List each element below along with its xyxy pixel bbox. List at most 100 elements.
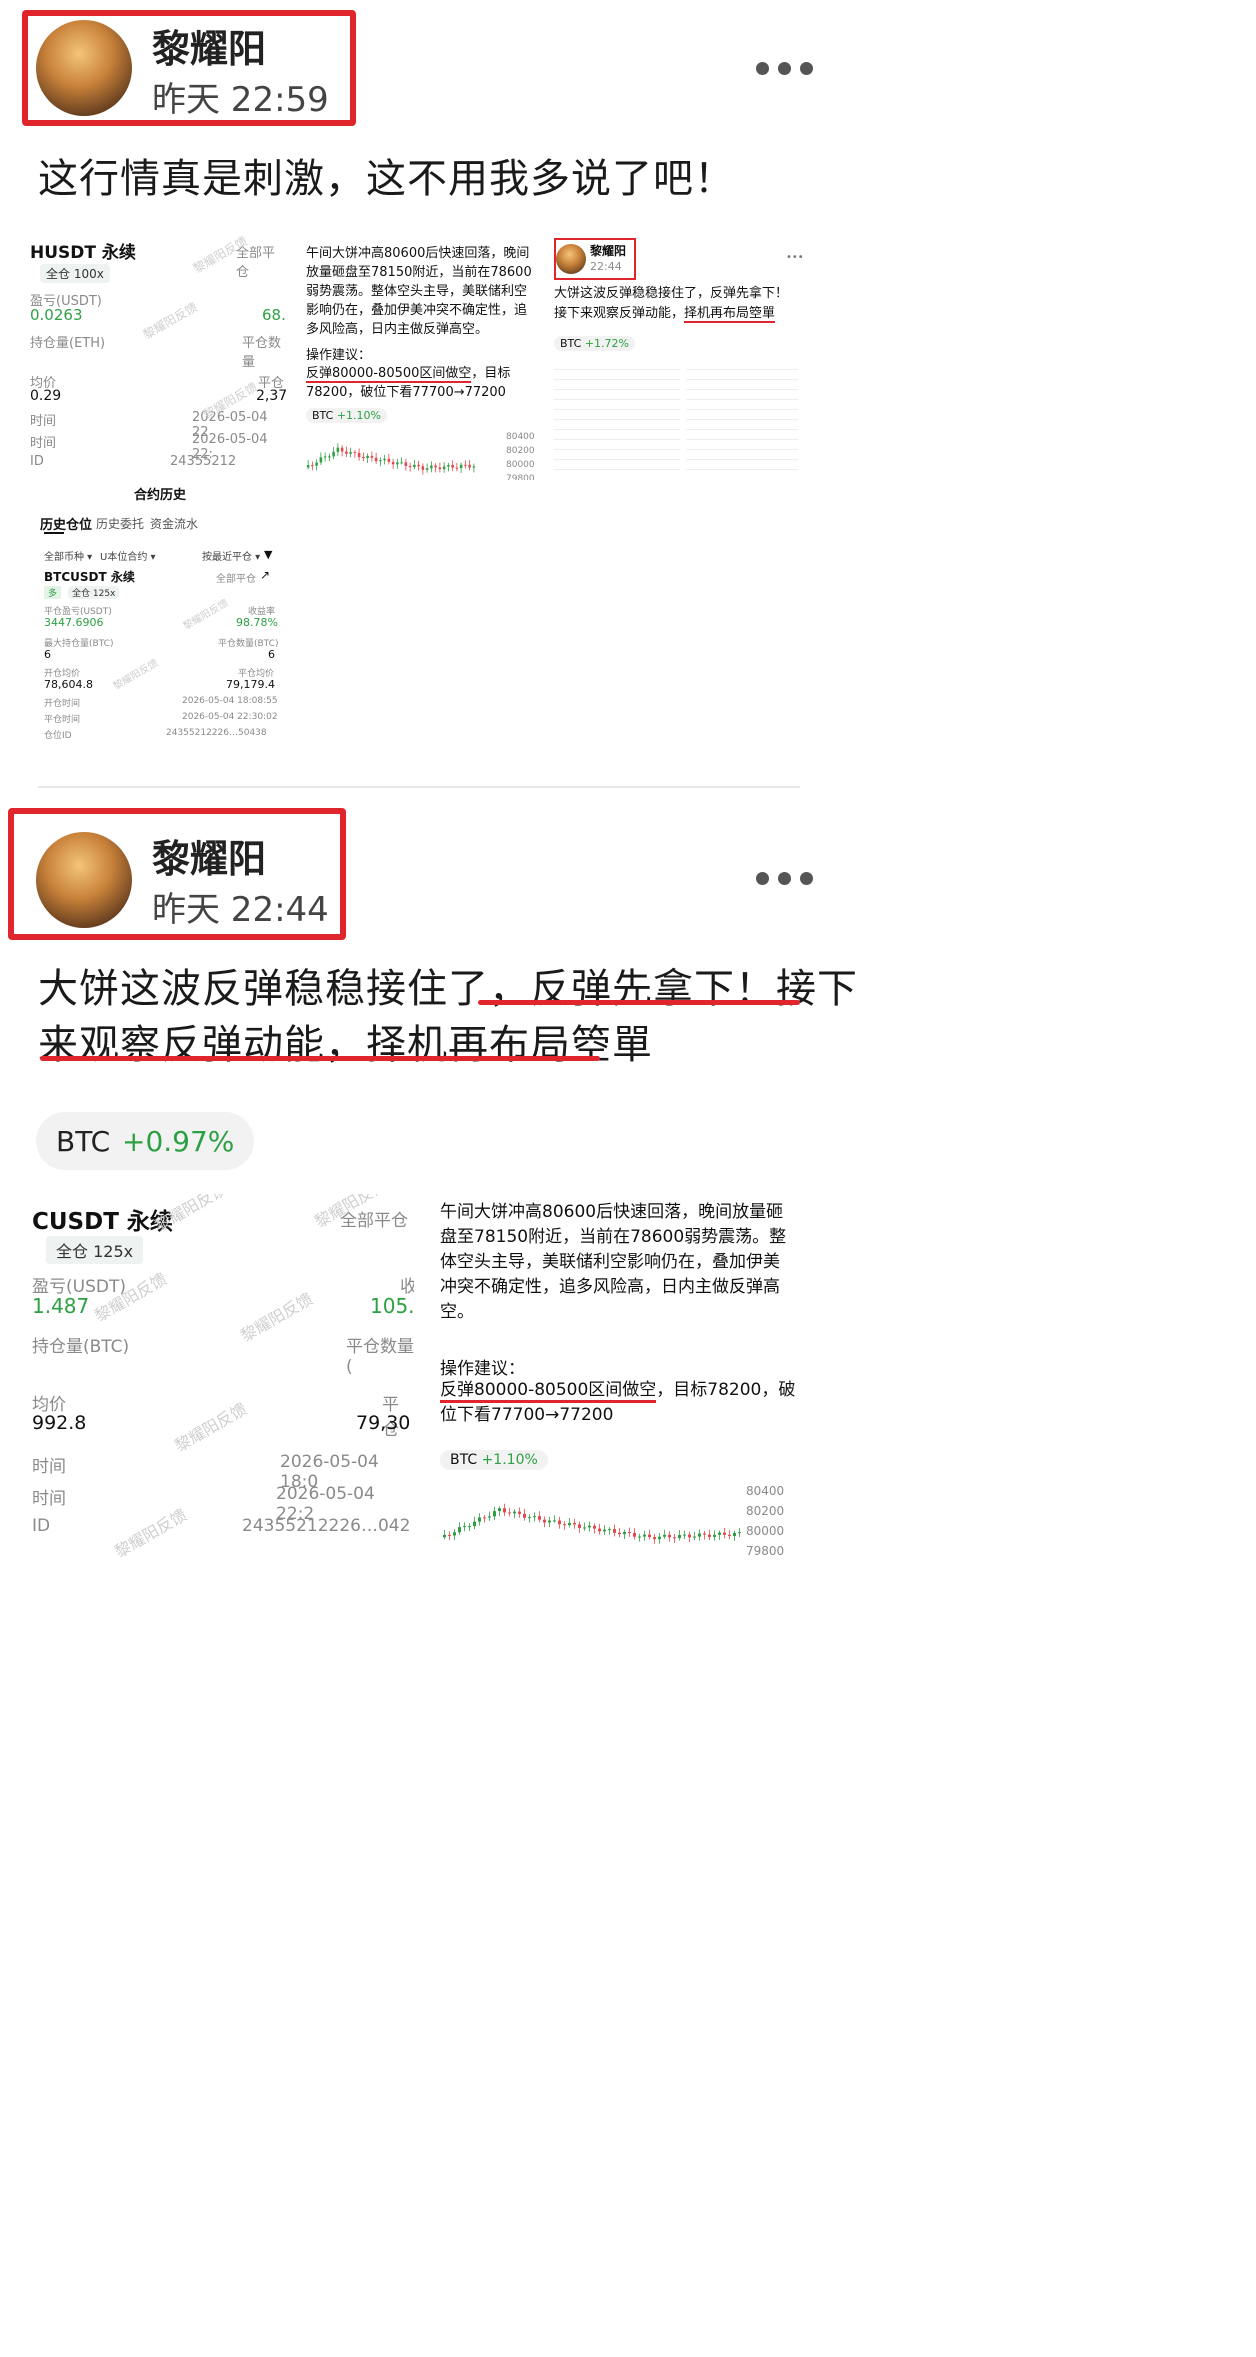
- candle-body: [708, 1534, 711, 1537]
- yield-value: 105.0: [370, 1294, 414, 1318]
- more-options-icon[interactable]: [756, 872, 813, 885]
- image-2[interactable]: 午间大饼冲高80600后快速回落，晚间放量砸盘至78150附近，当前在78600…: [436, 1194, 806, 1557]
- author-name[interactable]: 黎耀阳: [152, 18, 266, 73]
- candle-body: [738, 1532, 741, 1534]
- watermark: 黎耀阳反馈: [181, 597, 231, 633]
- nested-text-hl: 择机再布局箜單: [684, 306, 776, 323]
- filter-all-coins[interactable]: 全部币种 ▾: [44, 548, 92, 563]
- candle-body: [623, 1531, 626, 1535]
- candle-body: [448, 1534, 451, 1536]
- candle-body: [478, 1517, 481, 1522]
- close-time-label: 时间: [30, 436, 57, 451]
- pnl-value: 3447.6906: [44, 616, 104, 629]
- avg-value: 992.8: [32, 1412, 87, 1434]
- avatar[interactable]: [36, 832, 132, 928]
- post-divider: [38, 786, 800, 788]
- candle-body: [483, 1517, 486, 1519]
- candle-body: [319, 457, 323, 463]
- ticker-tag[interactable]: BTC +1.10%: [306, 408, 387, 423]
- candle-body: [400, 462, 403, 464]
- candle-body: [523, 1513, 526, 1518]
- advice-label: 操作建议：: [306, 348, 372, 363]
- symbol-title: HUSDT 永续: [30, 243, 136, 263]
- ticker-tag[interactable]: BTC +1.10%: [440, 1450, 548, 1470]
- position-id-prefix: 24355212226: [242, 1516, 361, 1536]
- candle-body: [703, 1533, 706, 1535]
- filter-contract-type[interactable]: U本位合约 ▾: [100, 548, 156, 563]
- image-1[interactable]: CUSDT 永续 全部平仓 全仓 125x 盈亏(USDT) 1.487 收 1…: [30, 1194, 414, 1557]
- candle-body: [370, 455, 374, 458]
- open-time-label: 开仓时间: [44, 699, 81, 709]
- candle-body: [533, 1516, 536, 1518]
- avatar[interactable]: [36, 20, 132, 116]
- post-time: 昨天 22:44: [152, 890, 329, 930]
- tab-history-position[interactable]: 历史仓位: [40, 514, 92, 533]
- post-text-part-a: 大饼这波反弹稳稳接住了，: [38, 966, 530, 1012]
- advice-highlight: 反弹80000-80500区间做空: [440, 1380, 657, 1403]
- candle-body: [698, 1533, 701, 1537]
- tab-fund-flow[interactable]: 资金流水: [150, 515, 198, 532]
- chart-tick: 80400: [506, 432, 535, 442]
- image-1[interactable]: HUSDT 永续 全部平仓 全仓 100x 盈亏(USDT) 0.0263 68…: [30, 232, 286, 478]
- candle-body: [468, 464, 471, 468]
- post-time: 昨天 22:59: [152, 80, 329, 120]
- candle-body: [434, 465, 437, 468]
- filter-icon[interactable]: ▼: [264, 548, 272, 561]
- chart-tick: 80200: [506, 446, 535, 456]
- candle-body: [447, 464, 450, 467]
- nested-ticker-tag: BTC +1.72%: [554, 336, 635, 351]
- sort-dropdown[interactable]: 按最近平仓 ▾: [202, 548, 260, 563]
- chart-tick: 79800: [746, 1544, 785, 1557]
- ticker-name: BTC: [450, 1452, 478, 1468]
- candle-body: [613, 1529, 616, 1533]
- candle-body: [713, 1534, 716, 1537]
- candle-body: [513, 1511, 516, 1514]
- watermark: 黎耀阳反馈: [237, 1289, 317, 1346]
- candle-body: [518, 1511, 521, 1514]
- position-id-prefix: 24355212226: [166, 728, 229, 738]
- candle-body: [336, 447, 340, 452]
- share-icon[interactable]: ↗: [260, 568, 270, 582]
- candle-body: [340, 447, 344, 452]
- position-id-value: 24355212: [170, 454, 237, 469]
- ticker-name: BTC: [56, 1125, 111, 1158]
- candle-body: [573, 1522, 576, 1525]
- open-time-value: 2026-05-04 18:08:55: [182, 696, 278, 706]
- author-name[interactable]: 黎耀阳: [152, 828, 266, 883]
- candle-body: [688, 1534, 691, 1538]
- max-hold-label: 最大持仓量(BTC): [44, 639, 114, 649]
- candle-body: [430, 465, 433, 469]
- more-options-icon[interactable]: [756, 62, 813, 75]
- candle-body: [366, 455, 369, 458]
- candle-body: [673, 1537, 676, 1539]
- close-qty-label: 平仓数量: [242, 336, 282, 370]
- nested-thumb-left: [554, 360, 680, 476]
- ticker-tag[interactable]: BTC +0.97%: [36, 1112, 254, 1170]
- yield-value: 98.78%: [236, 616, 278, 629]
- candle-body: [357, 452, 361, 458]
- nested-post-text: 大饼这波反弹稳稳接住了，反弹先拿下！接下来观察反弹动能，择机再布局箜單: [554, 284, 800, 324]
- image-3[interactable]: 午间大饼冲高80600后快速回落，晚间放量砸盘至78150附近，当前在78600…: [302, 240, 538, 480]
- watermark: 黎耀阳反馈: [111, 1505, 191, 1557]
- candle-body: [508, 1512, 511, 1514]
- candle-body: [643, 1534, 646, 1537]
- candle-body: [728, 1534, 731, 1537]
- position-id-label: ID: [32, 1516, 51, 1536]
- filter-all-coins-label: 全部币种: [44, 552, 84, 563]
- candle-body: [396, 462, 399, 465]
- tab-history-orders[interactable]: 历史委托: [96, 515, 144, 532]
- image-2[interactable]: 合约历史 历史仓位 历史委托 资金流水 全部币种 ▾ U本位合约 ▾ 按最近平仓…: [30, 486, 286, 742]
- candle-body: [723, 1532, 726, 1535]
- candle-body: [408, 466, 412, 468]
- candle-body: [583, 1527, 586, 1529]
- candle-body: [593, 1525, 596, 1529]
- price-chart: [443, 1503, 741, 1544]
- candle-body: [603, 1529, 606, 1532]
- candle-body: [438, 467, 442, 470]
- candle-body: [455, 467, 459, 469]
- image-4[interactable]: 黎耀阳 22:44 ••• 大饼这波反弹稳稳接住了，反弹先拿下！接下来观察反弹动…: [548, 232, 804, 480]
- candle-body: [421, 466, 425, 470]
- candle-body: [663, 1534, 666, 1537]
- candle-body: [648, 1534, 651, 1538]
- position-id-value: 24355212226…042: [242, 1516, 411, 1536]
